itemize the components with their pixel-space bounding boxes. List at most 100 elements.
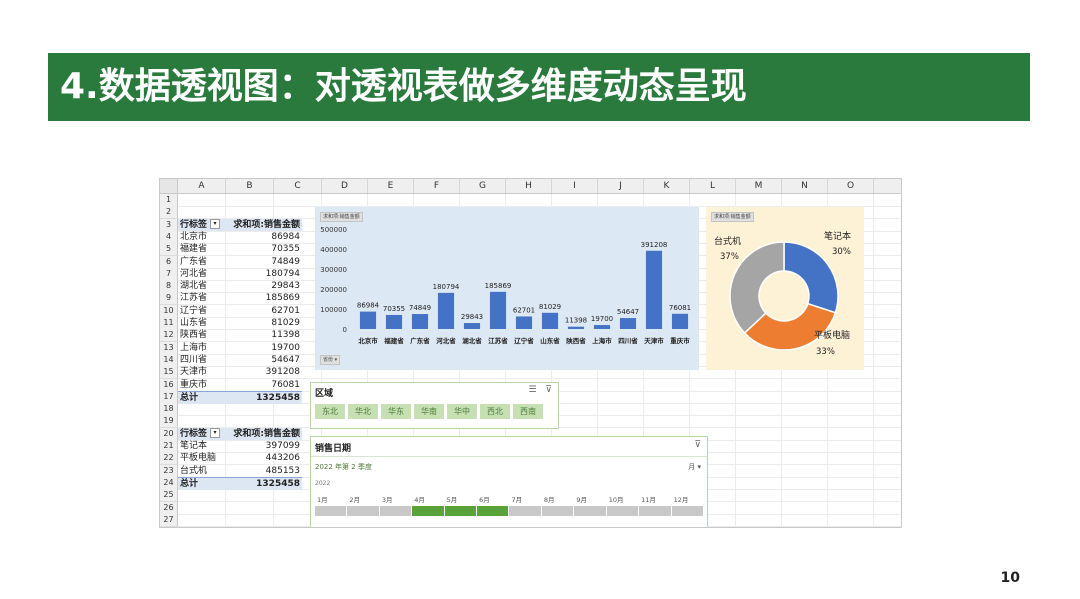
row-header-12[interactable]: 12 <box>160 329 178 343</box>
column-header-F[interactable]: F <box>414 179 460 193</box>
bar[interactable] <box>385 314 403 329</box>
pivot-data-row[interactable]: 陕西省 11398 <box>178 329 302 341</box>
bar[interactable] <box>515 316 533 329</box>
column-header-E[interactable]: E <box>368 179 414 193</box>
column-header-K[interactable]: K <box>644 179 690 193</box>
row-header-5[interactable]: 5 <box>160 243 178 257</box>
bar[interactable] <box>567 326 585 329</box>
pivot-header-row[interactable]: 行标签 ▾ 求和项:销售金额 <box>178 218 302 231</box>
axis-field-chip[interactable]: 省份 ▾ <box>320 355 341 365</box>
timeline-month-segment[interactable] <box>639 506 672 516</box>
column-header-D[interactable]: D <box>322 179 368 193</box>
select-all-corner[interactable] <box>160 179 178 193</box>
row-header-4[interactable]: 4 <box>160 230 178 244</box>
pivot-data-row[interactable]: 四川省 54647 <box>178 354 302 366</box>
pivot-total-row[interactable]: 总计 1325458 <box>178 476 302 490</box>
row-header-7[interactable]: 7 <box>160 267 178 281</box>
row-header-18[interactable]: 18 <box>160 403 178 417</box>
spreadsheet[interactable]: ABCDEFGHIJKLMNO 1 2 3 4 5 6 7 8 9 10 11 12 13 14 15 16 1… <box>159 178 902 528</box>
column-header-L[interactable]: L <box>690 179 736 193</box>
timeline-month-segment[interactable] <box>574 506 607 516</box>
pivot-data-row[interactable]: 台式机 485153 <box>178 465 302 477</box>
timeline-month-segment[interactable] <box>477 506 510 516</box>
column-header-O[interactable]: O <box>828 179 874 193</box>
column-header-B[interactable]: B <box>226 179 274 193</box>
row-header-16[interactable]: 16 <box>160 378 178 392</box>
pivot-data-row[interactable]: 天津市 391208 <box>178 366 302 378</box>
row-header-2[interactable]: 2 <box>160 206 178 220</box>
clear-filter-icon[interactable]: ⊽ <box>545 385 552 395</box>
slicer-item[interactable]: 东北 <box>315 404 345 419</box>
donut-slice[interactable] <box>783 241 839 314</box>
pivot-data-row[interactable]: 上海市 19700 <box>178 342 302 354</box>
row-header-17[interactable]: 17 <box>160 390 178 404</box>
pivot-data-row[interactable]: 山东省 81029 <box>178 317 302 329</box>
row-header-22[interactable]: 22 <box>160 452 178 466</box>
bar[interactable] <box>411 314 429 329</box>
multi-select-icon[interactable]: ☰ <box>528 385 536 395</box>
pivot-data-row[interactable]: 北京市 86984 <box>178 231 302 243</box>
column-header-N[interactable]: N <box>782 179 828 193</box>
timeline-month-segment[interactable] <box>542 506 575 516</box>
timeline-month-segment[interactable] <box>315 506 348 516</box>
pivot-data-row[interactable]: 重庆市 76081 <box>178 379 302 391</box>
slicer-item[interactable]: 华南 <box>414 404 444 419</box>
filter-dropdown-icon[interactable]: ▾ <box>210 219 221 230</box>
timeline-month-segment[interactable] <box>412 506 445 516</box>
pivot-header-row[interactable]: 行标签 ▾ 求和项:销售金额 <box>178 427 302 440</box>
timeline-bar[interactable] <box>315 506 704 516</box>
slicer-item[interactable]: 华北 <box>348 404 378 419</box>
pivot-data-row[interactable]: 江苏省 185869 <box>178 292 302 304</box>
pivot-data-row[interactable]: 福建省 70355 <box>178 243 302 255</box>
row-header-11[interactable]: 11 <box>160 317 178 330</box>
bar-chart-province[interactable]: 求和项:销售金额 0 100000 200000 300000 400000 500000… <box>315 207 699 370</box>
column-header-H[interactable]: H <box>506 179 552 193</box>
bar[interactable] <box>671 313 689 329</box>
row-header-9[interactable]: 9 <box>160 292 178 306</box>
bar[interactable] <box>619 318 637 329</box>
bar[interactable] <box>541 312 559 329</box>
row-header-26[interactable]: 26 <box>160 501 178 515</box>
pivot-total-row[interactable]: 总计 1325458 <box>178 390 302 404</box>
row-header-8[interactable]: 8 <box>160 280 178 294</box>
row-header-24[interactable]: 24 <box>160 476 178 490</box>
pivot-data-row[interactable]: 河北省 180794 <box>178 268 302 280</box>
row-header-13[interactable]: 13 <box>160 341 178 355</box>
row-header-20[interactable]: 20 <box>160 427 178 441</box>
pivot-data-row[interactable]: 笔记本 397099 <box>178 440 302 452</box>
timeline-level-dropdown[interactable]: 月 ▾ <box>688 462 701 472</box>
row-header-15[interactable]: 15 <box>160 366 178 380</box>
column-header-J[interactable]: J <box>598 179 644 193</box>
pivot-data-row[interactable]: 广东省 74849 <box>178 256 302 268</box>
bar[interactable] <box>437 292 455 329</box>
slicer-item[interactable]: 西北 <box>480 404 510 419</box>
slicer-item[interactable]: 华中 <box>447 404 477 419</box>
column-header-I[interactable]: I <box>552 179 598 193</box>
timeline-month-segment[interactable] <box>380 506 413 516</box>
bar[interactable] <box>489 291 507 329</box>
column-header-C[interactable]: C <box>274 179 322 193</box>
row-header-25[interactable]: 25 <box>160 489 178 503</box>
filter-dropdown-icon[interactable]: ▾ <box>210 428 221 439</box>
slicer-item[interactable]: 西南 <box>513 404 543 419</box>
timeline-month-segment[interactable] <box>607 506 640 516</box>
timeline-month-segment[interactable] <box>672 506 704 516</box>
pivot-data-row[interactable]: 平板电脑 443206 <box>178 452 302 464</box>
bar[interactable] <box>645 250 663 329</box>
bar[interactable] <box>593 325 611 329</box>
column-header-G[interactable]: G <box>460 179 506 193</box>
bar[interactable] <box>359 311 377 329</box>
row-header-27[interactable]: 27 <box>160 513 178 527</box>
row-header-1[interactable]: 1 <box>160 194 178 207</box>
column-header-A[interactable]: A <box>178 179 226 193</box>
region-slicer[interactable]: 区域 ☰ ⊽ 东北 华北 华东 华南 华中 西北 西南 <box>310 382 559 429</box>
timeline-month-segment[interactable] <box>510 506 542 516</box>
row-header-21[interactable]: 21 <box>160 440 178 453</box>
donut-chart-product[interactable]: 求和项:销售金额 笔记本 30% 平板电脑 33% 台式机 37% <box>706 207 864 370</box>
pivot-data-row[interactable]: 湖北省 29843 <box>178 280 302 292</box>
pivot-data-row[interactable]: 辽宁省 62701 <box>178 305 302 317</box>
clear-filter-icon[interactable]: ⊽ <box>694 440 701 450</box>
row-header-19[interactable]: 19 <box>160 415 178 429</box>
date-timeline[interactable]: 销售日期 ⊽ 2022 年第 2 季度 月 ▾ 2022 1月 2月 3月 4月 5月 6… <box>310 436 708 527</box>
bar[interactable] <box>463 323 481 329</box>
